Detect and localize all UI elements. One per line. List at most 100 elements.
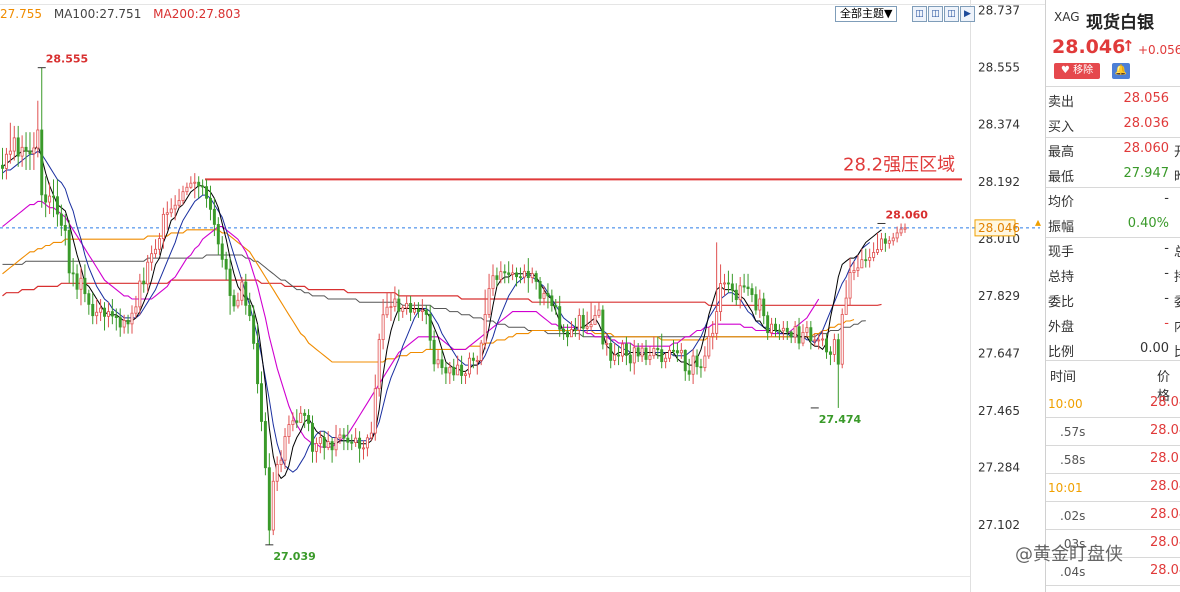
remove-favorite-button[interactable]: ♥ 移除 [1054,63,1100,79]
chart-layout-icon[interactable]: ◫ [944,6,959,22]
current-price-tag: 28.046 [978,221,1020,235]
candle-body [432,339,436,365]
candle-body [483,314,487,344]
candle-body [397,298,401,312]
candle-body [844,297,848,315]
candle-body [456,364,460,376]
kline-chart[interactable]: 28.737 28.555 28.374 28.192 28.010 27.829 27.6… [0,0,1045,592]
candle-body [283,436,287,461]
candle-body [801,331,805,344]
candle-body [130,312,134,325]
quote-row: 买入 28.036 [1046,112,1180,136]
theme-dropdown[interactable]: 全部主题▼ [835,6,898,22]
candle-body [530,273,534,279]
price-change: +0.056 [1138,43,1180,57]
candle-body [475,359,479,362]
candle-body [852,269,856,273]
candle-body [566,331,570,338]
candle-body [593,314,597,325]
quote-row-label: 比例 [1048,345,1075,360]
quote-row: 外盘 -内 [1046,312,1180,336]
candle-body [122,320,126,328]
zoom-out-icon[interactable]: ◫ [928,6,943,22]
divider [1046,585,1180,586]
candle-body [687,370,691,375]
candle-body [165,212,169,215]
candle-body [569,329,573,338]
candle-body [613,354,617,361]
quote-row-value: 27.947 [1123,166,1170,181]
candle-body [295,420,299,423]
candle-body [287,424,291,437]
candle-body [652,348,656,357]
candle-body [1,164,4,169]
candle-body [385,306,389,316]
candle-body [224,258,228,270]
ma-legend: 27.755 MA100:27.751 MA200:27.803 [0,7,249,21]
candle-body [205,186,209,199]
candle-body [495,275,499,280]
candle-body [499,271,503,280]
candle-body [181,191,185,201]
candle-body [848,272,852,299]
candle-body [271,480,275,531]
quote-row-value: 28.036 [1123,116,1170,131]
candle-body [275,464,279,482]
candle-body [75,273,79,290]
quote-row-extra: 比 [1174,341,1180,360]
candle-body [522,270,526,278]
candle-body [307,415,311,424]
y-tick-label: 28.737 [978,3,1020,17]
candle-body [770,323,774,334]
candlestick-chart-svg[interactable]: 28.73728.55528.37428.19228.01027.82927.6… [0,0,1045,592]
candle-body [750,288,754,296]
candle-body [311,422,314,452]
candle-body [821,338,825,341]
candle-body [228,268,232,296]
up-arrow-icon: ↑ [1122,37,1135,55]
candle-body [413,309,416,313]
candle-body [644,347,648,360]
candle-body [330,441,334,451]
candle-body [691,355,695,375]
quote-row: 卖出 28.056 [1046,87,1180,111]
candle-body [420,309,424,313]
quote-row-extra: 内 [1174,316,1180,335]
extreme-label: 28.555 [46,53,88,66]
resistance-label: 28.2强压区域 [843,154,955,175]
ma60-legend: 27.755 [0,7,42,21]
candle-body [605,342,609,345]
candle-body [876,249,880,253]
candle-body [648,355,652,360]
candle-body [263,421,267,469]
zoom-in-icon[interactable]: ◫ [912,6,927,22]
candle-body [758,298,762,311]
candle-body [695,355,699,368]
candle-body [679,349,683,354]
candle-body [416,309,420,313]
scroll-right-icon[interactable]: ▶ [960,6,975,22]
tick-row: .58s 28.03 [1046,446,1180,472]
quote-row: 振幅 0.40% [1046,212,1180,236]
candle-body [723,282,726,285]
candle-body [774,323,777,331]
candle-body [813,339,817,342]
candle-body [24,146,28,152]
candle-body [617,354,621,357]
candle-body [393,298,397,307]
candle-body [40,129,44,196]
quote-panel: XAG 现货白银 28.046 ↑ +0.056 ♥ 移除 🔔 卖出 28.056… [1045,0,1180,592]
candle-body [719,283,723,313]
candle-body [538,280,542,299]
candle-body [63,224,67,231]
watermark: @黄金盯盘侠 [1015,544,1123,565]
candle-body [32,147,36,155]
candle-body [479,342,483,361]
candle-body [856,267,860,271]
candle-body [860,259,864,269]
bell-icon[interactable]: 🔔 [1112,63,1130,79]
candle-body [8,150,12,155]
candle-body [546,292,550,297]
quote-row-value: 0.40% [1127,216,1169,231]
candle-body [16,137,20,157]
